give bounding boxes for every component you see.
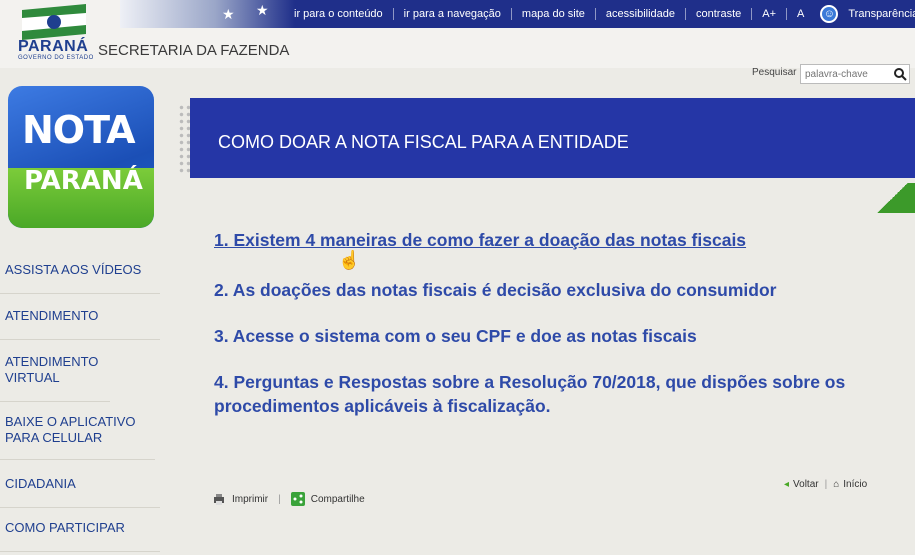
star-icon: ★ <box>222 6 235 22</box>
secretaria-title: SECRETARIA DA FAZENDA <box>98 42 290 59</box>
nav-font-normal[interactable]: A <box>786 8 814 20</box>
logo-text-nota: NOTA <box>22 108 135 152</box>
nav-sitemap[interactable]: mapa do site <box>510 8 595 20</box>
banner-green-corner <box>870 183 915 213</box>
nota-parana-logo[interactable]: NOTA PARANÁ <box>8 86 154 228</box>
nav-font-increase[interactable]: A+ <box>751 8 786 20</box>
logo-text-parana: PARANÁ <box>24 166 143 196</box>
sidebar-item-cidadania[interactable]: CIDADANIA <box>0 476 160 508</box>
home-icon[interactable]: ⌂ <box>833 479 839 490</box>
brand-name: PARANÁ <box>18 38 89 55</box>
nav-skip-navigation[interactable]: ir para a navegação <box>392 8 511 20</box>
divider: | <box>278 493 281 505</box>
list-item[interactable]: 4. Perguntas e Respostas sobre a Resoluç… <box>214 370 904 418</box>
sidebar-item-atendimento[interactable]: ATENDIMENTO <box>0 308 160 340</box>
page-title: COMO DOAR A NOTA FISCAL PARA A ENTIDADE <box>218 132 629 152</box>
hand-cursor-icon: ☝ <box>338 250 361 270</box>
top-nav-strip: ★ ★ ir para o conteúdo ir para a navegaç… <box>120 0 915 28</box>
share-link[interactable]: Compartilhe <box>311 494 365 505</box>
sidebar-item-como-participar[interactable]: COMO PARTICIPAR <box>0 520 160 552</box>
share-icon[interactable] <box>290 492 305 506</box>
sidebar-item-videos[interactable]: ASSISTA AOS VÍDEOS <box>0 262 160 294</box>
star-icon: ★ <box>256 2 269 18</box>
divider: | <box>824 479 828 490</box>
list-item[interactable]: 1. Existem 4 maneiras de como fazer a do… <box>214 228 904 252</box>
brand-subtitle: GOVERNO DO ESTADO <box>18 55 94 61</box>
nav-accessibility[interactable]: acessibilidade <box>594 8 685 20</box>
sidebar-item-aplicativo[interactable]: BAIXE O APLICATIVO PARA CELULAR <box>0 414 155 460</box>
back-arrow-icon[interactable]: ◂ <box>784 479 789 490</box>
footer-actions: Imprimir | Compartilhe <box>212 492 365 506</box>
parana-flag-logo <box>22 4 86 40</box>
nav-transparency[interactable]: Transparência <box>838 8 915 20</box>
list-item[interactable]: 3. Acesse o sistema com o seu CPF e doe … <box>214 324 904 348</box>
nav-skip-content[interactable]: ir para o conteúdo <box>284 8 393 20</box>
search-label: Pesquisar <box>752 67 797 78</box>
list-item[interactable]: 2. As doações das notas fiscais é decisã… <box>214 278 904 302</box>
printer-icon[interactable] <box>212 492 226 506</box>
print-link[interactable]: Imprimir <box>232 494 268 505</box>
accessibility-icon[interactable]: ☺ <box>820 5 839 23</box>
back-link[interactable]: Voltar <box>793 479 819 490</box>
home-link[interactable]: Início <box>843 479 867 490</box>
sidebar-item-atendimento-virtual[interactable]: ATENDIMENTO VIRTUAL <box>0 354 110 402</box>
accessibility-nav: ir para o conteúdo ir para a navegação m… <box>284 3 915 25</box>
footer-nav: ◂ Voltar | ⌂ Início <box>784 479 867 490</box>
nav-contrast[interactable]: contraste <box>685 8 751 20</box>
page-banner: COMO DOAR A NOTA FISCAL PARA A ENTIDADE <box>190 98 915 178</box>
sidebar: NOTA PARANÁ ASSISTA AOS VÍDEOS ATENDIMEN… <box>0 86 165 555</box>
search-icon[interactable] <box>893 67 907 81</box>
